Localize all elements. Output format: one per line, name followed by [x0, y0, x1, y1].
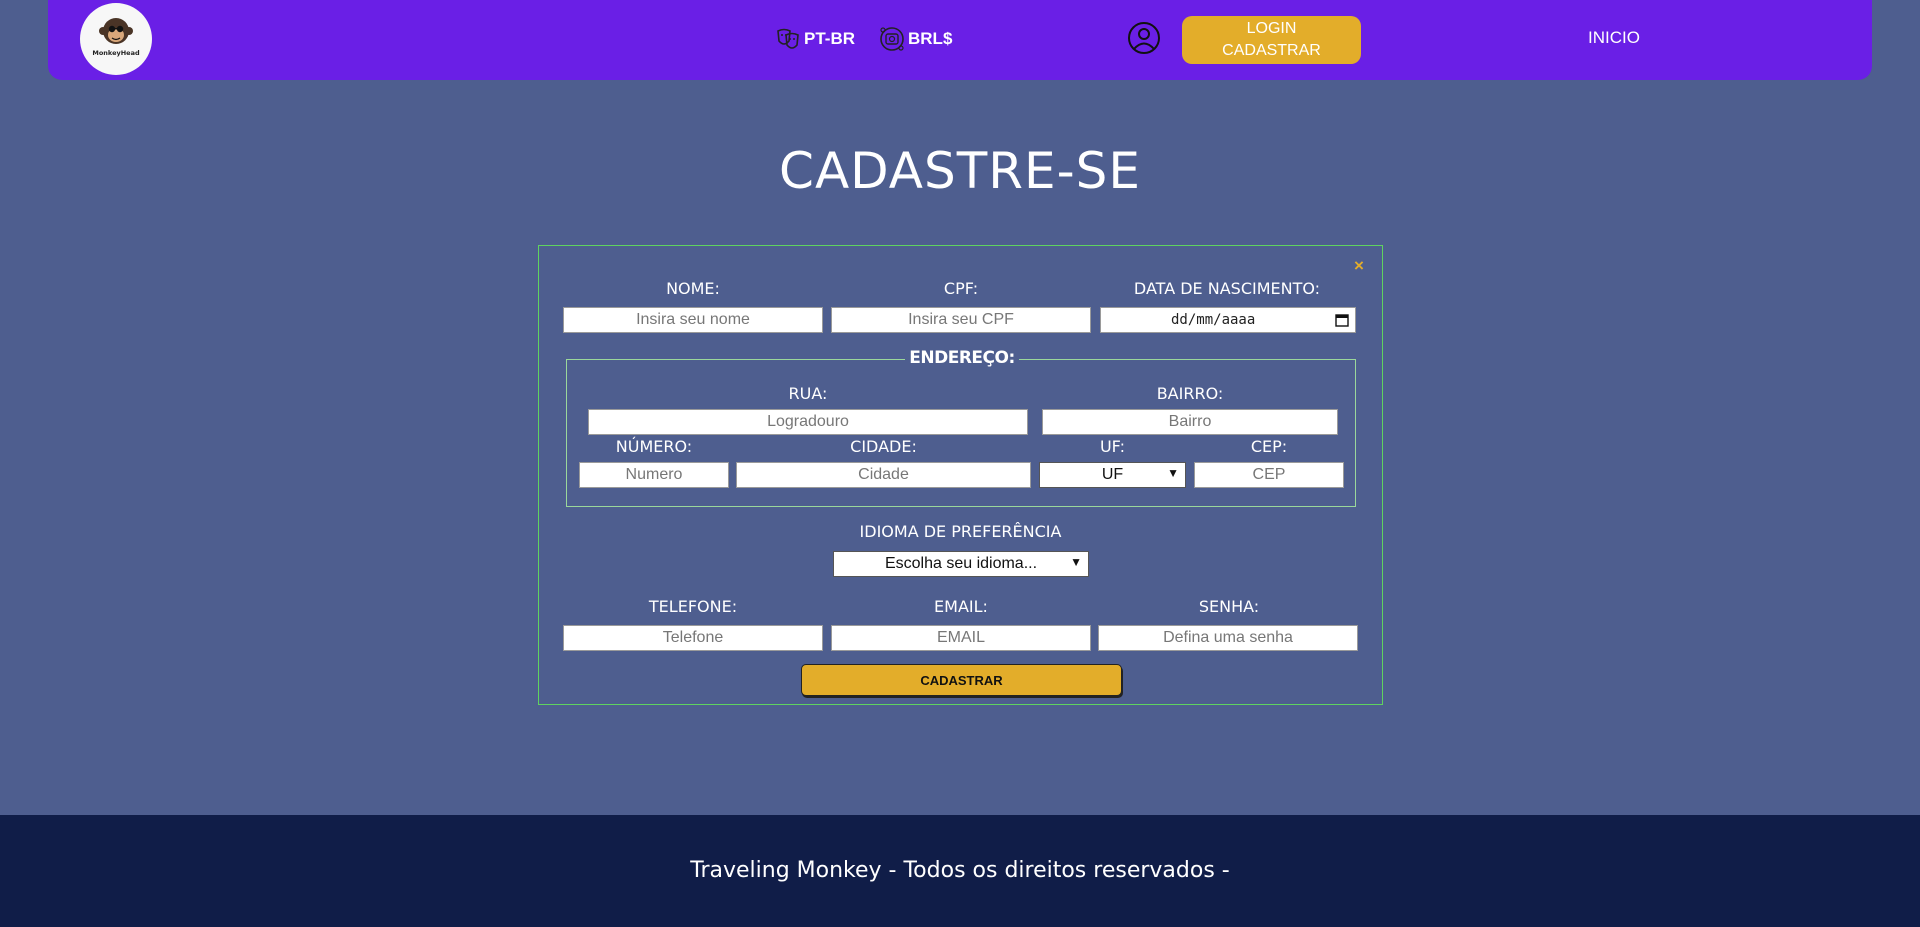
senha-label: SENHA:	[1198, 597, 1260, 616]
address-fieldset: ENDEREÇO: RUA: Logradouro BAIRRO: Bairro…	[566, 348, 1356, 507]
logo-text: MonkeyHead	[92, 49, 140, 57]
cep-label: CEP:	[1250, 437, 1288, 456]
idioma-label: IDIOMA DE PREFERÊNCIA	[859, 522, 1062, 541]
register-label: CADASTRAR	[1222, 42, 1321, 59]
rua-input[interactable]: Logradouro	[588, 409, 1028, 435]
idioma-selected: Escolha seu idioma...	[884, 555, 1038, 572]
language-selector[interactable]: PT-BR	[774, 26, 855, 52]
telefone-label: TELEFONE:	[648, 597, 738, 616]
telefone-input[interactable]: Telefone	[563, 625, 823, 651]
nav-link-inicio[interactable]: INICIO	[1588, 28, 1640, 48]
cidade-input[interactable]: Cidade	[736, 462, 1031, 488]
currency-label: BRL$	[908, 29, 953, 48]
nome-input[interactable]: Insira seu nome	[563, 307, 823, 333]
chevron-down-icon: ▼	[1167, 466, 1179, 480]
calendar-icon[interactable]	[1335, 313, 1349, 327]
address-legend: ENDEREÇO:	[905, 348, 1019, 368]
email-input[interactable]: EMAIL	[831, 625, 1091, 651]
bairro-input[interactable]: Bairro	[1042, 409, 1338, 435]
cep-input[interactable]: CEP	[1194, 462, 1344, 488]
email-label: EMAIL:	[934, 597, 988, 616]
uf-select[interactable]: UF ▼	[1039, 462, 1186, 488]
numero-input[interactable]: Numero	[579, 462, 729, 488]
cidade-label: CIDADE:	[850, 437, 917, 456]
login-label: LOGIN	[1246, 20, 1297, 37]
currency-selector[interactable]: BRL$	[878, 26, 952, 52]
chevron-down-icon: ▼	[1070, 555, 1082, 569]
cadastrar-button[interactable]: CADASTRAR	[801, 664, 1122, 696]
footer: Traveling Monkey - Todos os direitos res…	[0, 815, 1920, 927]
bairro-label: BAIRRO:	[1156, 384, 1224, 403]
rua-label: RUA:	[788, 384, 828, 403]
nome-label: NOME:	[666, 279, 720, 298]
login-register-button[interactable]: LOGIN CADASTRAR	[1182, 16, 1361, 64]
nascimento-label: DATA DE NASCIMENTO:	[1133, 279, 1321, 298]
numero-label: NÚMERO:	[615, 437, 693, 456]
uf-selected: UF	[1101, 466, 1124, 483]
nascimento-date-input[interactable]: dd/mm/aaaa	[1100, 307, 1356, 333]
footer-text: Traveling Monkey - Todos os direitos res…	[690, 858, 1230, 883]
monkey-logo[interactable]: MonkeyHead	[80, 3, 152, 75]
idioma-select[interactable]: Escolha seu idioma... ▼	[833, 551, 1089, 577]
monkey-head-icon: MonkeyHead	[92, 18, 140, 57]
senha-input[interactable]: Defina uma senha	[1098, 625, 1358, 651]
cpf-input[interactable]: Insira seu CPF	[831, 307, 1091, 333]
money-icon	[880, 27, 904, 51]
registration-form: × NOME: Insira seu nome CPF: Insira seu …	[538, 245, 1383, 705]
user-profile-icon[interactable]	[1126, 20, 1162, 56]
user-icon	[1128, 22, 1160, 54]
uf-label: UF:	[1099, 437, 1126, 456]
page-title: CADASTRE-SE	[779, 142, 1141, 200]
language-label: PT-BR	[804, 29, 855, 48]
date-placeholder: dd/mm/aaaa	[1171, 312, 1256, 328]
cpf-label: CPF:	[943, 279, 979, 298]
navbar: MonkeyHead PT-BR BRL$ LOGIN CADASTRAR IN…	[48, 0, 1872, 80]
masks-icon	[777, 28, 799, 49]
close-icon[interactable]: ×	[1354, 256, 1364, 276]
